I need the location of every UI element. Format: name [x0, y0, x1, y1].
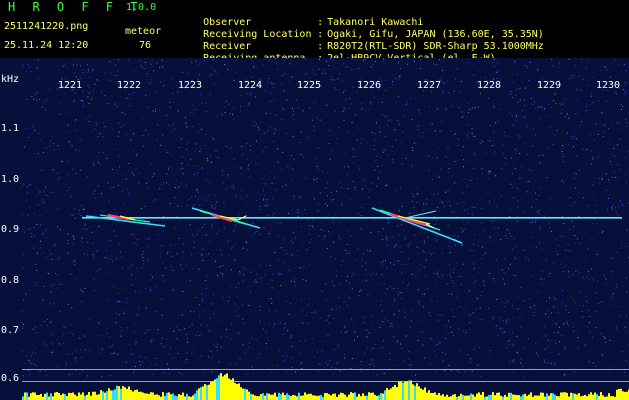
- x-tick-label: 1227: [416, 80, 442, 91]
- x-tick-label: 1225: [296, 80, 322, 91]
- carrier-line: [82, 217, 622, 219]
- y-tick-label: 0.8: [1, 275, 20, 286]
- meteor-count: 76: [139, 40, 152, 51]
- spectrogram-background: [0, 58, 629, 400]
- mode-label: meteor: [125, 26, 162, 37]
- reference-line-lower: [22, 381, 629, 382]
- reference-line-upper: [22, 369, 629, 370]
- timestamp: 25.11.24 12:20: [4, 40, 89, 51]
- y-tick-label: 0.6: [1, 373, 20, 384]
- y-tick-label: 1.1: [1, 123, 20, 134]
- x-tick-label: 1226: [356, 80, 382, 91]
- x-tick-label: 1229: [536, 80, 562, 91]
- x-tick-label: 1223: [177, 80, 203, 91]
- file-name: 2511241220.png: [4, 21, 89, 32]
- y-tick-label: 1.0: [1, 174, 20, 185]
- app-title: H R O F F T: [8, 0, 143, 14]
- x-tick-label: 1230: [595, 80, 621, 91]
- x-tick-label: 1221: [57, 80, 83, 91]
- app-version: 1.0.0: [126, 2, 157, 13]
- y-axis-unit: kHz: [1, 74, 20, 85]
- x-tick-label: 1222: [116, 80, 142, 91]
- x-tick-label: 1228: [476, 80, 502, 91]
- y-tick-label: 0.9: [1, 224, 20, 235]
- spectrogram[interactable]: [0, 58, 629, 400]
- x-tick-label: 1224: [237, 80, 263, 91]
- y-tick-label: 0.7: [1, 325, 20, 336]
- header: H R O F F T 1.0.0 2511241220.png 25.11.2…: [0, 0, 629, 64]
